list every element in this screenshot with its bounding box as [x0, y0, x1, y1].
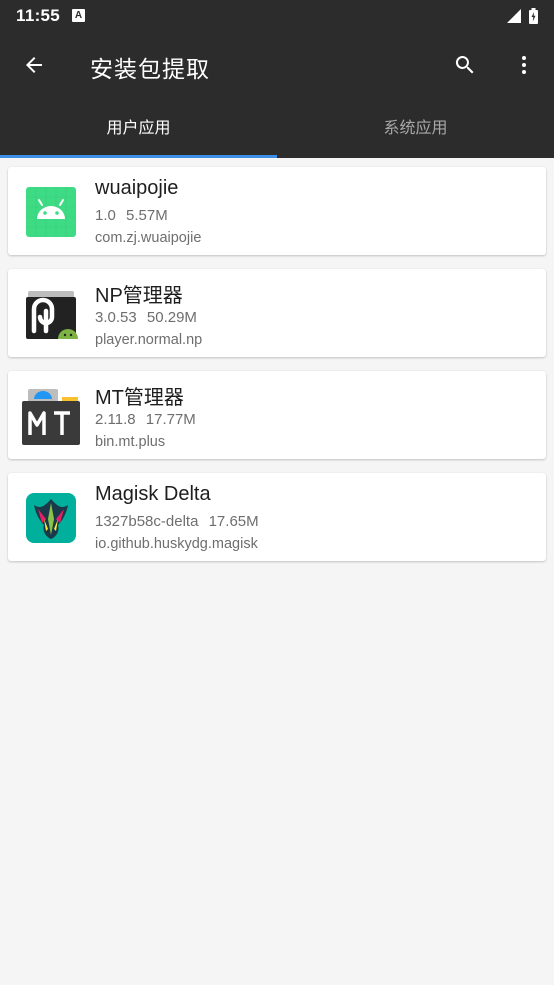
app-size: 17.65M: [208, 513, 259, 530]
app-name: NP管理器: [95, 285, 183, 307]
tab-system-apps[interactable]: 系统应用: [277, 97, 554, 158]
app-version: 1.0: [95, 207, 116, 224]
app-version: 3.0.53: [95, 309, 137, 326]
app-meta: 1.0 5.57M: [95, 207, 168, 224]
app-name: MT管理器: [95, 387, 184, 409]
more-vert-icon: [522, 56, 526, 74]
app-name: Magisk Delta: [95, 483, 211, 505]
status-bar: 11:55 A: [0, 0, 554, 31]
app-name: wuaipojie: [95, 177, 179, 199]
app-meta: 3.0.53 50.29M: [95, 309, 197, 326]
magisk-icon: [26, 493, 76, 543]
app-meta: 2.11.8 17.77M: [95, 411, 196, 428]
app-list: wuaipojie 1.0 5.57M com.zj.wuaipojie NP管…: [8, 167, 546, 575]
app-size: 50.29M: [146, 309, 197, 326]
app-package: io.github.huskydg.magisk: [95, 536, 258, 552]
app-package: player.normal.np: [95, 332, 203, 348]
app-bar: 安装包提取: [0, 31, 554, 97]
mt-manager-icon: [22, 389, 80, 445]
notification-icon: A: [72, 9, 86, 22]
more-options-button[interactable]: [512, 51, 536, 79]
app-size: 17.77M: [145, 411, 196, 428]
app-card-wuaipojie[interactable]: wuaipojie 1.0 5.57M com.zj.wuaipojie: [8, 167, 546, 255]
app-meta: 1327b58c-delta 17.65M: [95, 513, 259, 530]
status-icons: [507, 7, 538, 24]
app-size: 5.57M: [126, 207, 168, 224]
page-title: 安装包提取: [90, 56, 210, 82]
signal-icon: [507, 8, 521, 23]
app-card-magisk-delta[interactable]: Magisk Delta 1327b58c-delta 17.65M io.gi…: [8, 473, 546, 561]
app-package: bin.mt.plus: [95, 434, 166, 450]
app-version: 2.11.8: [95, 411, 136, 428]
np-manager-icon: [26, 291, 78, 339]
tab-user-apps[interactable]: 用户应用: [0, 97, 277, 158]
app-card-np-manager[interactable]: NP管理器 3.0.53 50.29M player.normal.np: [8, 269, 546, 357]
tab-bar: 用户应用 系统应用: [0, 97, 554, 158]
battery-icon: [529, 7, 538, 24]
search-icon: [455, 56, 474, 74]
back-button[interactable]: [20, 51, 48, 79]
app-package: com.zj.wuaipojie: [95, 230, 202, 246]
arrow-back-icon: [26, 57, 42, 73]
android-icon: [26, 187, 76, 237]
status-time: 11:55: [16, 5, 61, 25]
search-button[interactable]: [451, 51, 479, 79]
app-version: 1327b58c-delta: [95, 513, 199, 530]
app-card-mt-manager[interactable]: MT管理器 2.11.8 17.77M bin.mt.plus: [8, 371, 546, 459]
